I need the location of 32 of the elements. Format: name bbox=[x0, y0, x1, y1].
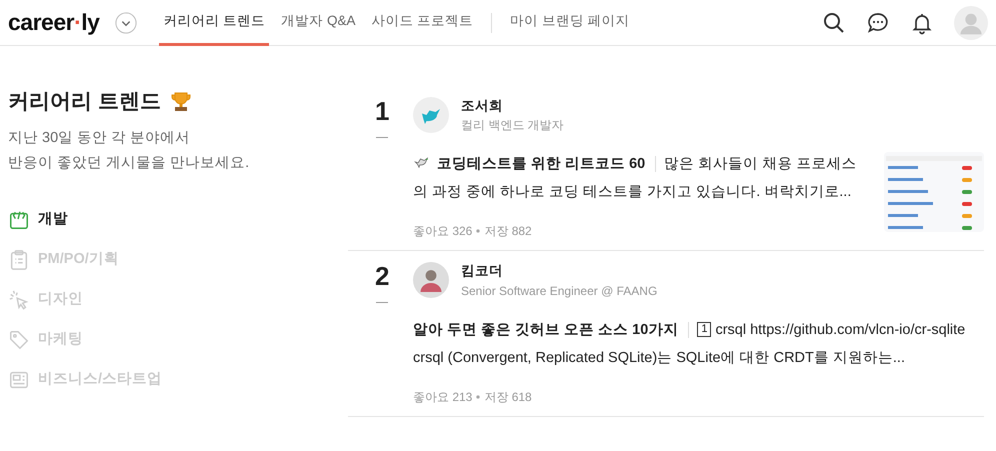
author-title: Senior Software Engineer @ FAANG bbox=[461, 282, 658, 300]
search-icon[interactable] bbox=[822, 10, 846, 34]
clipboard-icon bbox=[8, 248, 30, 270]
chevron-down-icon[interactable] bbox=[115, 12, 138, 34]
post-preview[interactable]: 알아 두면 좋은 깃허브 오픈 소스 10가지 1 crsql https://github.com/vlcn-io/cr-sqlite crsql (Convergent, Replicated SQLite)는 SQLite에 대한 CRDT를 지원하는... bbox=[413, 316, 984, 372]
logo[interactable]: career·ly bbox=[8, 11, 100, 34]
page-title: 커리어리 트렌드 bbox=[8, 89, 161, 115]
tag-icon bbox=[8, 328, 30, 350]
dot-icon bbox=[476, 229, 480, 234]
dot-icon bbox=[476, 394, 480, 398]
cursor-icon bbox=[8, 288, 30, 310]
description-text: 반응이 좋았던 게시물을 만나보세요. bbox=[8, 154, 250, 172]
code-icon bbox=[8, 208, 30, 230]
description-text: 지난 30일 동안 각 분야에서 bbox=[8, 128, 192, 148]
nav-tab[interactable]: 개발자 Q&A bbox=[277, 0, 360, 46]
like-count: 좋아요 326 bbox=[413, 223, 472, 240]
author-name[interactable]: 킴코더 bbox=[461, 261, 658, 282]
like-count: 좋아요 213 bbox=[413, 388, 472, 406]
nav-tab[interactable]: 커리어리 트렌드 bbox=[159, 0, 270, 46]
trophy-icon bbox=[168, 90, 193, 114]
nav-tab[interactable]: 사이드 프로젝트 bbox=[367, 0, 478, 46]
nav-tab[interactable]: 마이 브랜딩 페이지 bbox=[506, 0, 634, 46]
save-count: 저장 882 bbox=[484, 223, 532, 240]
post-preview[interactable]: 코딩테스트를 위한 리트코드 60 많은 회사들이 채용 프로세스의 과정 중에 하나로 코딩 테스트를 가지고 있습니다. 벼락치기로... bbox=[413, 150, 868, 206]
author-name[interactable]: 조서희 bbox=[461, 96, 564, 116]
chat-icon[interactable] bbox=[866, 10, 890, 34]
bird-avatar bbox=[413, 97, 449, 134]
author-title: 컬리 백엔드 개발자 bbox=[461, 117, 564, 134]
rank-number: 1 bbox=[374, 96, 390, 128]
rank-number: 2 bbox=[374, 261, 390, 292]
category-item[interactable]: 개발 bbox=[8, 200, 68, 240]
save-count: 저장 618 bbox=[484, 388, 532, 406]
